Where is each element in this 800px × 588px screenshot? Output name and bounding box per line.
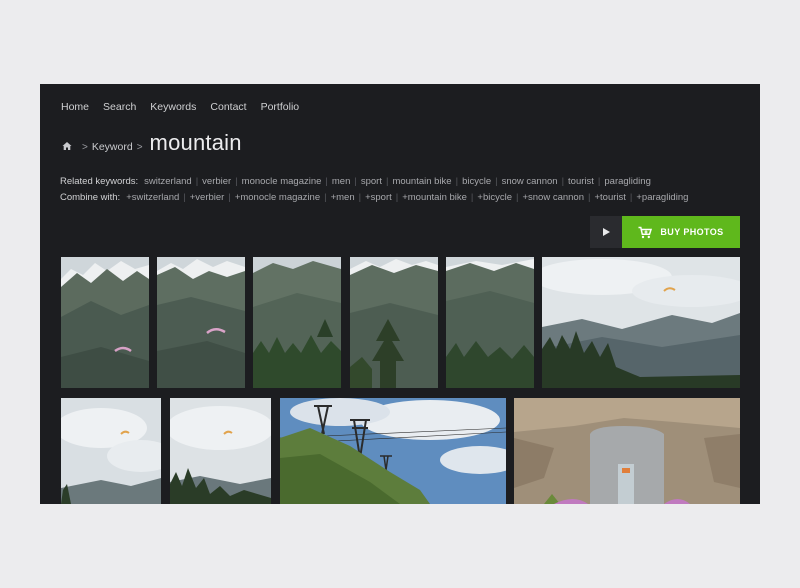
photo-thumbnail-rock-door[interactable]: [514, 398, 740, 504]
buy-photos-label: BUY PHOTOS: [660, 227, 724, 237]
gallery-panel: Home Search Keywords Contact Portfolio >…: [40, 84, 760, 504]
related-tag[interactable]: monocle magazine: [242, 176, 322, 187]
related-keywords-label: Related keywords:: [60, 176, 139, 187]
related-tag[interactable]: tourist: [568, 176, 594, 187]
nav-home[interactable]: Home: [61, 101, 89, 113]
combine-tag[interactable]: +paragliding: [636, 192, 688, 203]
breadcrumb-keyword-link[interactable]: Keyword: [92, 141, 133, 153]
related-tag[interactable]: snow cannon: [502, 176, 558, 187]
nav-search[interactable]: Search: [103, 101, 136, 113]
combine-tag[interactable]: +men: [331, 192, 355, 203]
photo-thumbnail-cable-car-pylon[interactable]: [280, 398, 506, 504]
related-tag[interactable]: switzerland: [144, 176, 192, 187]
combine-tag[interactable]: +snow cannon: [522, 192, 584, 203]
combine-keywords: Combine with: +switzerland | +verbier | +mono…: [60, 192, 689, 203]
breadcrumb-separator: >: [136, 142, 143, 153]
combine-tag[interactable]: +bicycle: [477, 192, 512, 203]
home-icon[interactable]: [62, 138, 72, 150]
related-tag[interactable]: sport: [361, 176, 382, 187]
main-nav: Home Search Keywords Contact Portfolio: [61, 101, 299, 113]
related-tag[interactable]: paragliding: [604, 176, 650, 187]
cart-icon: [638, 226, 653, 238]
photo-thumbnail-paraglider-panorama[interactable]: [542, 257, 740, 388]
play-icon: [603, 228, 610, 236]
photo-thumbnail-forest-valley[interactable]: [253, 257, 341, 388]
combine-tag[interactable]: +verbier: [190, 192, 225, 203]
photo-thumbnail-green-slopes[interactable]: [446, 257, 534, 388]
combine-tag[interactable]: +sport: [365, 192, 392, 203]
related-tag[interactable]: mountain bike: [392, 176, 451, 187]
buy-photos-button[interactable]: BUY PHOTOS: [622, 216, 740, 248]
related-keywords: Related keywords: switzerland | verbier | mon…: [60, 176, 651, 187]
combine-tag[interactable]: +tourist: [594, 192, 625, 203]
breadcrumb: > Keyword > mountain: [62, 130, 242, 156]
slideshow-play-button[interactable]: [590, 216, 622, 248]
photo-thumbnail-pine-tree[interactable]: [350, 257, 438, 388]
combine-tag[interactable]: +mountain bike: [402, 192, 467, 203]
related-tag[interactable]: men: [332, 176, 350, 187]
combine-label: Combine with:: [60, 192, 121, 203]
breadcrumb-separator: >: [82, 142, 88, 153]
combine-tag[interactable]: +monocle magazine: [235, 192, 320, 203]
nav-portfolio[interactable]: Portfolio: [261, 101, 300, 113]
combine-tag[interactable]: +switzerland: [126, 192, 179, 203]
related-tag[interactable]: bicycle: [462, 176, 491, 187]
related-tag[interactable]: verbier: [202, 176, 231, 187]
photo-thumbnail-paraglider-ridge[interactable]: [157, 257, 245, 388]
photo-thumbnail-paraglider-forest[interactable]: [170, 398, 271, 504]
photo-thumbnail-paraglider-valley[interactable]: [61, 257, 149, 388]
nav-keywords[interactable]: Keywords: [150, 101, 196, 113]
nav-contact[interactable]: Contact: [210, 101, 246, 113]
page-title: mountain: [149, 130, 242, 155]
photo-thumbnail-paraglider-clouds[interactable]: [61, 398, 161, 504]
